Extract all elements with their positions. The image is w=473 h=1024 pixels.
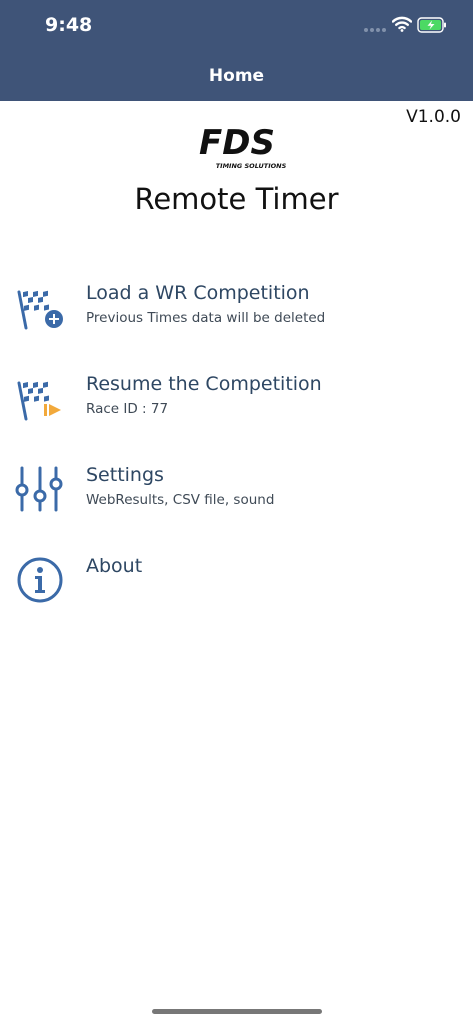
logo-subtext: TIMING SOLUTIONS — [216, 162, 287, 170]
battery-charging-icon — [417, 17, 446, 33]
menu-item-load-competition[interactable]: Load a WR Competition Previous Times dat… — [0, 282, 473, 352]
logo-text: FDS — [199, 123, 275, 163]
fds-logo: FDS TIMING SOLUTIONS — [199, 123, 287, 170]
menu-item-subtitle: Race ID : 77 — [86, 401, 169, 417]
menu-item-title: About — [86, 555, 143, 577]
status-time: 9:48 — [45, 14, 93, 36]
menu-item-subtitle: Previous Times data will be deleted — [86, 310, 326, 326]
info-icon — [17, 557, 63, 603]
wifi-icon — [392, 16, 412, 32]
menu-item-title: Load a WR Competition — [86, 282, 310, 304]
menu-item-settings[interactable]: Settings WebResults, CSV file, sound — [0, 464, 473, 534]
home-indicator[interactable] — [152, 1009, 322, 1014]
page-title: Home — [208, 66, 265, 86]
checkered-flag-resume-icon — [17, 381, 61, 421]
version-label: V1.0.0 — [406, 107, 461, 127]
sliders-icon — [15, 466, 63, 512]
menu-item-title: Settings — [86, 464, 164, 486]
top-bar: 9:48 Home — [0, 0, 473, 101]
app-title: Remote Timer — [134, 182, 339, 216]
signal-icon — [364, 28, 386, 32]
menu-item-subtitle: WebResults, CSV file, sound — [86, 492, 275, 508]
menu-item-resume-competition[interactable]: Resume the Competition Race ID : 77 — [0, 373, 473, 443]
menu-item-title: Resume the Competition — [86, 373, 322, 395]
menu-item-about[interactable]: About — [0, 555, 473, 625]
checkered-flag-add-icon — [17, 290, 63, 330]
